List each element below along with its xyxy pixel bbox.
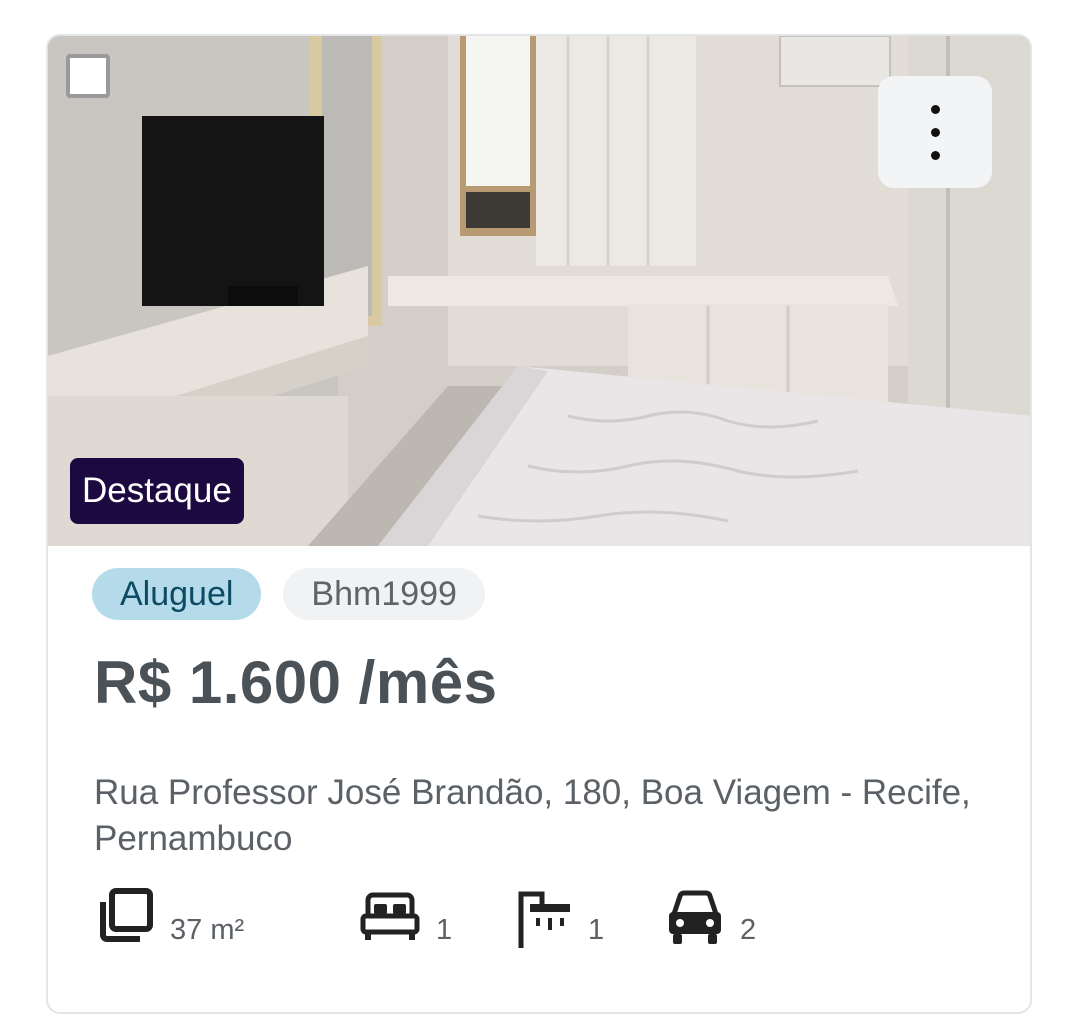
- listing-price: R$ 1.600 /mês: [94, 649, 498, 716]
- more-vertical-icon-dot: [930, 127, 940, 137]
- bathrooms-value: 1: [588, 914, 605, 946]
- area-icon: [100, 888, 153, 942]
- select-checkbox[interactable]: [66, 54, 110, 98]
- bedrooms-value: 1: [436, 914, 453, 946]
- parking-value: 2: [740, 914, 757, 946]
- listing-card[interactable]: Destaque Aluguel Bhm1999 R$ 1.600 /mês R…: [46, 34, 1032, 1014]
- shower-icon: [518, 891, 570, 948]
- bed-icon: [360, 892, 420, 940]
- more-options-button[interactable]: [878, 76, 992, 188]
- featured-badge: Destaque: [70, 458, 244, 524]
- property-photo[interactable]: Destaque: [48, 36, 1030, 546]
- car-icon: [669, 890, 721, 944]
- purpose-tag: Aluguel: [92, 568, 262, 620]
- listing-address: Rua Professor José Brandão, 180, Boa Via…: [94, 773, 971, 858]
- tag-row: Aluguel Bhm1999: [92, 568, 485, 620]
- area-value: 37 m²: [170, 914, 245, 946]
- more-vertical-icon: [930, 104, 940, 114]
- listing-code-tag: Bhm1999: [283, 568, 485, 620]
- more-vertical-icon-dot: [930, 150, 940, 160]
